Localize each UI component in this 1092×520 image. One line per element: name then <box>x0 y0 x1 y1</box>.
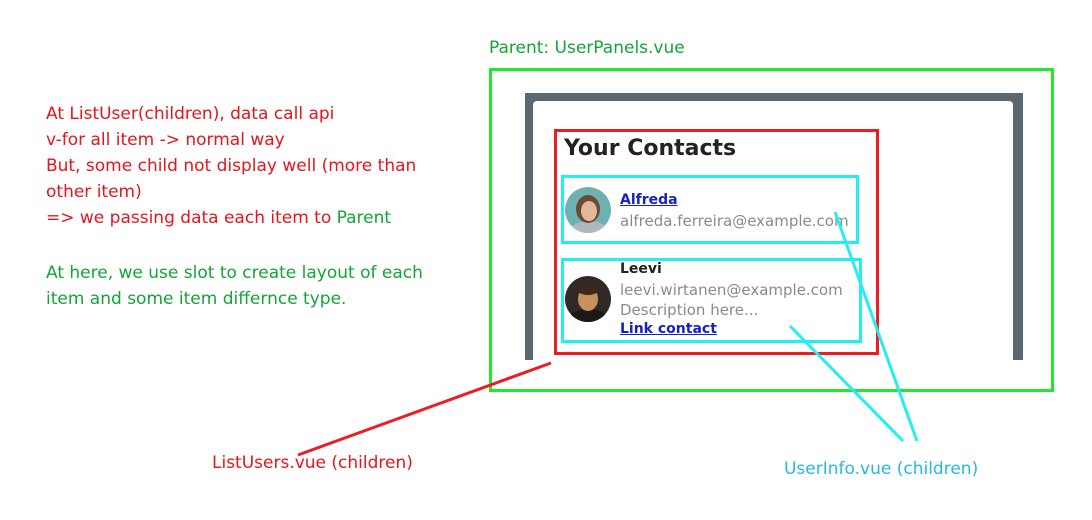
list-users-label: ListUsers.vue (children) <box>212 453 413 473</box>
list-users-pointer <box>297 361 552 457</box>
user-info-pointer <box>788 324 905 443</box>
user-info-pointer <box>833 211 919 442</box>
connector-lines <box>297 211 919 457</box>
user-info-label: UserInfo.vue (children) <box>784 459 979 479</box>
